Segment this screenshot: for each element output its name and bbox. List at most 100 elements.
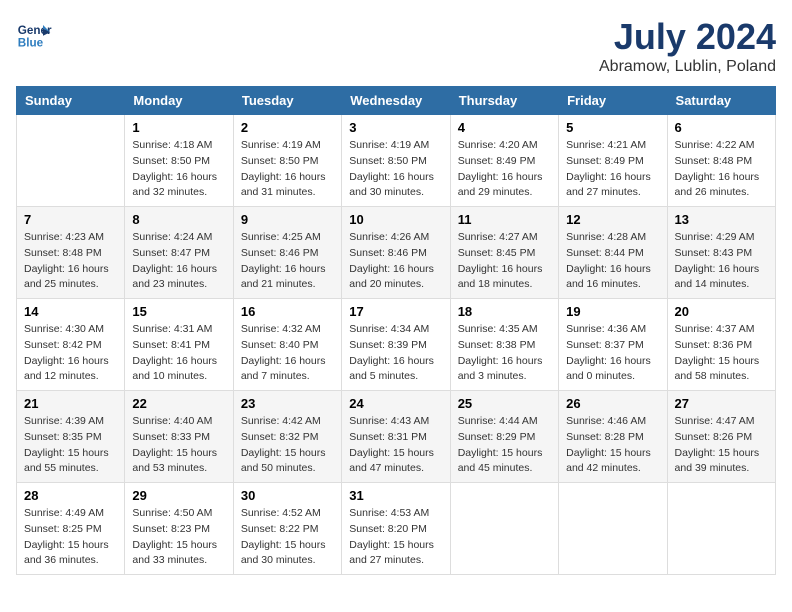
column-header-monday: Monday [125,87,233,115]
week-row-3: 14 Sunrise: 4:30 AMSunset: 8:42 PMDayligh… [17,299,776,391]
calendar-cell: 29 Sunrise: 4:50 AMSunset: 8:23 PMDayligh… [125,483,233,575]
cell-info: Sunrise: 4:46 AMSunset: 8:28 PMDaylight:… [566,414,659,477]
date-number: 18 [458,304,551,319]
date-number: 2 [241,120,334,135]
column-header-sunday: Sunday [17,87,125,115]
date-number: 14 [24,304,117,319]
calendar-cell: 10Sunrise: 4:26 AMSunset: 8:46 PMDayligh… [342,207,450,299]
calendar-cell: 12 Sunrise: 4:28 AMSunset: 8:44 PMDayligh… [559,207,667,299]
cell-info: Sunrise: 4:44 AMSunset: 8:29 PMDaylight:… [458,414,551,477]
date-number: 22 [132,396,225,411]
calendar-cell: 16 Sunrise: 4:32 AMSunset: 8:40 PMDayligh… [233,299,341,391]
cell-info: Sunrise: 4:32 AMSunset: 8:40 PMDaylight:… [241,322,334,385]
calendar-cell: 23Sunrise: 4:42 AMSunset: 8:32 PMDayligh… [233,391,341,483]
calendar-cell: 9Sunrise: 4:25 AMSunset: 8:46 PMDaylight… [233,207,341,299]
date-number: 25 [458,396,551,411]
date-number: 5 [566,120,659,135]
calendar-cell [450,483,558,575]
date-number: 17 [349,304,442,319]
column-header-thursday: Thursday [450,87,558,115]
date-number: 26 [566,396,659,411]
calendar-cell: 13Sunrise: 4:29 AMSunset: 8:43 PMDayligh… [667,207,775,299]
date-number: 1 [132,120,225,135]
title-area: July 2024 Abramow, Lublin, Poland [599,16,776,76]
calendar-cell: 14 Sunrise: 4:30 AMSunset: 8:42 PMDayligh… [17,299,125,391]
cell-info: Sunrise: 4:40 AMSunset: 8:33 PMDaylight:… [132,414,225,477]
calendar-table: SundayMondayTuesdayWednesdayThursdayFrid… [16,86,776,575]
week-row-1: 1Sunrise: 4:18 AMSunset: 8:50 PMDaylight… [17,115,776,207]
calendar-cell: 3 Sunrise: 4:19 AMSunset: 8:50 PMDaylight… [342,115,450,207]
calendar-cell: 21Sunrise: 4:39 AMSunset: 8:35 PMDayligh… [17,391,125,483]
date-number: 15 [132,304,225,319]
date-number: 31 [349,488,442,503]
cell-info: Sunrise: 4:36 AMSunset: 8:37 PMDaylight:… [566,322,659,385]
cell-info: Sunrise: 4:34 AMSunset: 8:39 PMDaylight:… [349,322,442,385]
logo: General Blue [16,16,52,52]
calendar-cell: 17 Sunrise: 4:34 AMSunset: 8:39 PMDayligh… [342,299,450,391]
date-number: 13 [675,212,768,227]
calendar-cell: 6 Sunrise: 4:22 AMSunset: 8:48 PMDaylight… [667,115,775,207]
cell-info: Sunrise: 4:43 AMSunset: 8:31 PMDaylight:… [349,414,442,477]
date-number: 19 [566,304,659,319]
date-number: 16 [241,304,334,319]
calendar-cell: 1Sunrise: 4:18 AMSunset: 8:50 PMDaylight… [125,115,233,207]
cell-info: Sunrise: 4:19 AMSunset: 8:50 PMDaylight:… [349,138,442,201]
calendar-cell: 11 Sunrise: 4:27 AMSunset: 8:45 PMDayligh… [450,207,558,299]
cell-info: Sunrise: 4:52 AMSunset: 8:22 PMDaylight:… [241,506,334,569]
calendar-cell: 15 Sunrise: 4:31 AMSunset: 8:41 PMDayligh… [125,299,233,391]
cell-info: Sunrise: 4:35 AMSunset: 8:38 PMDaylight:… [458,322,551,385]
cell-info: Sunrise: 4:20 AMSunset: 8:49 PMDaylight:… [458,138,551,201]
calendar-cell: 2 Sunrise: 4:19 AMSunset: 8:50 PMDaylight… [233,115,341,207]
calendar-cell: 28Sunrise: 4:49 AMSunset: 8:25 PMDayligh… [17,483,125,575]
column-header-friday: Friday [559,87,667,115]
calendar-cell [559,483,667,575]
date-number: 11 [458,212,551,227]
date-number: 29 [132,488,225,503]
calendar-cell: 24 Sunrise: 4:43 AMSunset: 8:31 PMDayligh… [342,391,450,483]
date-number: 4 [458,120,551,135]
date-number: 3 [349,120,442,135]
cell-info: Sunrise: 4:19 AMSunset: 8:50 PMDaylight:… [241,138,334,201]
column-header-wednesday: Wednesday [342,87,450,115]
date-number: 28 [24,488,117,503]
date-number: 8 [132,212,225,227]
calendar-cell: 31Sunrise: 4:53 AMSunset: 8:20 PMDayligh… [342,483,450,575]
cell-info: Sunrise: 4:27 AMSunset: 8:45 PMDaylight:… [458,230,551,293]
subtitle: Abramow, Lublin, Poland [599,58,776,76]
header-row: SundayMondayTuesdayWednesdayThursdayFrid… [17,87,776,115]
calendar-cell: 22 Sunrise: 4:40 AMSunset: 8:33 PMDayligh… [125,391,233,483]
calendar-cell: 20Sunrise: 4:37 AMSunset: 8:36 PMDayligh… [667,299,775,391]
svg-text:Blue: Blue [18,37,44,50]
calendar-cell: 7 Sunrise: 4:23 AMSunset: 8:48 PMDaylight… [17,207,125,299]
date-number: 7 [24,212,117,227]
cell-info: Sunrise: 4:23 AMSunset: 8:48 PMDaylight:… [24,230,117,293]
main-title: July 2024 [599,16,776,58]
week-row-2: 7 Sunrise: 4:23 AMSunset: 8:48 PMDaylight… [17,207,776,299]
cell-info: Sunrise: 4:42 AMSunset: 8:32 PMDaylight:… [241,414,334,477]
column-header-tuesday: Tuesday [233,87,341,115]
cell-info: Sunrise: 4:47 AMSunset: 8:26 PMDaylight:… [675,414,768,477]
week-row-5: 28Sunrise: 4:49 AMSunset: 8:25 PMDayligh… [17,483,776,575]
date-number: 30 [241,488,334,503]
cell-info: Sunrise: 4:50 AMSunset: 8:23 PMDaylight:… [132,506,225,569]
date-number: 20 [675,304,768,319]
cell-info: Sunrise: 4:21 AMSunset: 8:49 PMDaylight:… [566,138,659,201]
date-number: 12 [566,212,659,227]
cell-info: Sunrise: 4:31 AMSunset: 8:41 PMDaylight:… [132,322,225,385]
date-number: 6 [675,120,768,135]
calendar-cell: 25 Sunrise: 4:44 AMSunset: 8:29 PMDayligh… [450,391,558,483]
cell-info: Sunrise: 4:24 AMSunset: 8:47 PMDaylight:… [132,230,225,293]
calendar-cell [667,483,775,575]
cell-info: Sunrise: 4:28 AMSunset: 8:44 PMDaylight:… [566,230,659,293]
date-number: 27 [675,396,768,411]
calendar-cell: 18 Sunrise: 4:35 AMSunset: 8:38 PMDayligh… [450,299,558,391]
calendar-cell: 8 Sunrise: 4:24 AMSunset: 8:47 PMDaylight… [125,207,233,299]
date-number: 24 [349,396,442,411]
cell-info: Sunrise: 4:22 AMSunset: 8:48 PMDaylight:… [675,138,768,201]
calendar-cell: 4 Sunrise: 4:20 AMSunset: 8:49 PMDaylight… [450,115,558,207]
calendar-cell: 26 Sunrise: 4:46 AMSunset: 8:28 PMDayligh… [559,391,667,483]
cell-info: Sunrise: 4:30 AMSunset: 8:42 PMDaylight:… [24,322,117,385]
calendar-cell: 30 Sunrise: 4:52 AMSunset: 8:22 PMDayligh… [233,483,341,575]
cell-info: Sunrise: 4:39 AMSunset: 8:35 PMDaylight:… [24,414,117,477]
calendar-cell: 27 Sunrise: 4:47 AMSunset: 8:26 PMDayligh… [667,391,775,483]
